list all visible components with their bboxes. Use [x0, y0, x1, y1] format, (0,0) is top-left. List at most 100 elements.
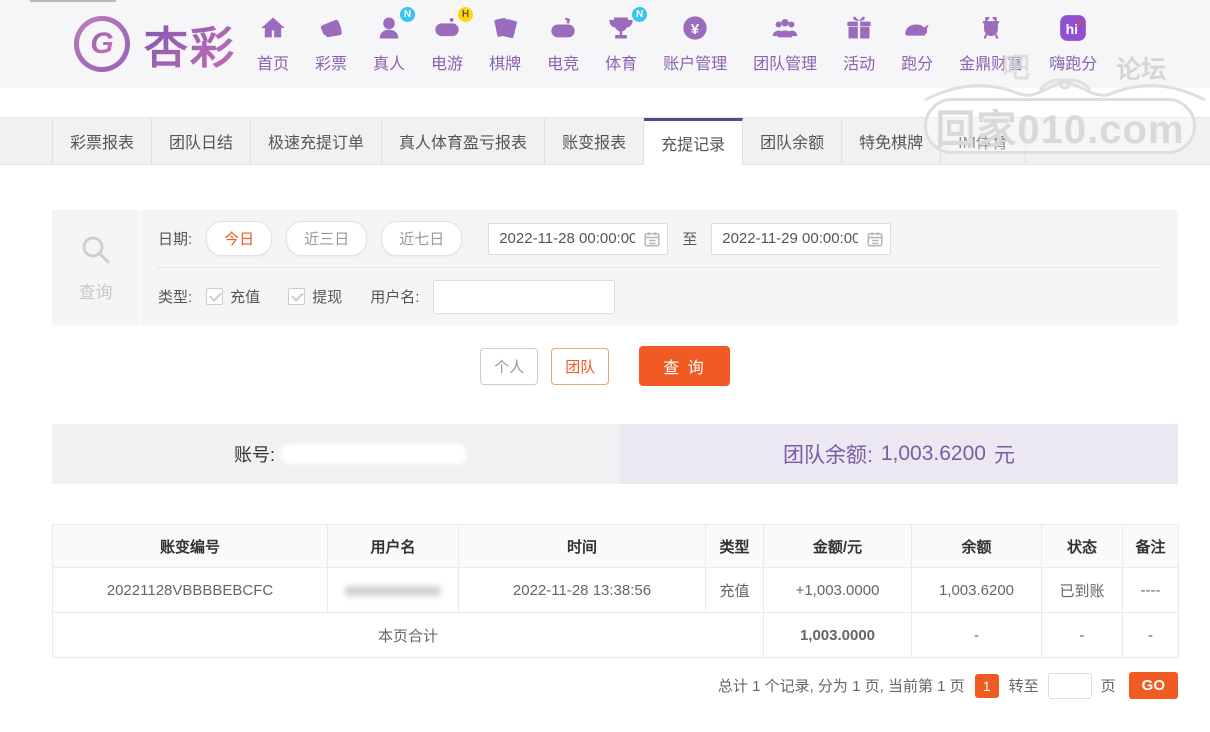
- col-header-remark: 备注: [1122, 524, 1179, 568]
- personal-button[interactable]: 个人: [480, 347, 539, 385]
- date-to-label: 至: [682, 231, 698, 248]
- brand-logo-icon: G: [74, 16, 130, 72]
- report-tabbar: 彩票报表 团队日结 极速充提订单 真人体育盈亏报表 账变报表 充提记录 团队余额…: [0, 117, 1210, 165]
- col-header-username: 用户名: [327, 524, 459, 568]
- nav-item-paofen[interactable]: 跑分: [888, 14, 946, 74]
- tab-lottery-report[interactable]: 彩票报表: [52, 118, 153, 164]
- cell-balance: 1,003.6200: [911, 567, 1042, 613]
- brand-logo[interactable]: G 杏彩: [74, 12, 236, 76]
- nav-label: 体育: [605, 56, 638, 73]
- redacted-username: [345, 585, 441, 596]
- tab-temian-chess[interactable]: 特免棋牌: [842, 118, 942, 164]
- records-table: 账变编号 用户名 时间 类型 金额/元 余额 状态 备注 20221128VBB…: [52, 524, 1179, 658]
- nav-item-jinding-wealth[interactable]: 金鼎财富: [946, 14, 1036, 74]
- tab-deposit-withdraw-records[interactable]: 充提记录: [644, 118, 744, 165]
- nav-item-account-mgmt[interactable]: ¥ 账户管理: [650, 14, 740, 74]
- live-dealer-icon: [375, 14, 403, 47]
- summary-amount: 1,003.0000: [763, 612, 912, 658]
- tab-live-sports-pnl[interactable]: 真人体育盈亏报表: [382, 118, 546, 164]
- col-header-balance: 余额: [911, 524, 1042, 568]
- date-to-wrap: [711, 222, 892, 255]
- tab-im-sports[interactable]: IM体育: [941, 118, 1026, 164]
- calendar-icon[interactable]: [643, 230, 661, 248]
- sports-trophy-icon: [607, 14, 635, 47]
- nav-label: 嗨跑分: [1049, 56, 1098, 73]
- cards-icon: [491, 14, 519, 47]
- top-header: G 杏彩 首页 彩票 N 真人 H 电游 棋牌 电竞 N 体育 ¥ 账户管理 团…: [0, 0, 1210, 88]
- team-balance-unit: 元: [993, 444, 1015, 467]
- nav-item-chess-cards[interactable]: 棋牌: [476, 14, 534, 74]
- nav-item-team-mgmt[interactable]: 团队管理: [740, 14, 830, 74]
- col-header-time: 时间: [458, 524, 706, 568]
- home-icon: [259, 14, 287, 47]
- summary-status: -: [1041, 612, 1123, 658]
- brand-name: 杏彩: [144, 12, 236, 76]
- tab-team-daily[interactable]: 团队日结: [152, 118, 252, 164]
- summary-remark: -: [1122, 612, 1179, 658]
- col-header-amount: 金额/元: [763, 524, 912, 568]
- team-balance-label: 团队余额:: [783, 444, 873, 467]
- nav-item-home[interactable]: 首页: [244, 14, 302, 74]
- range-7days-pill[interactable]: 近七日: [381, 221, 463, 256]
- lottery-ticket-icon: [317, 14, 345, 47]
- team-button[interactable]: 团队: [551, 347, 610, 385]
- nav-item-hi-paofen[interactable]: hi 嗨跑分: [1036, 14, 1110, 74]
- pagination-summary: 总计 1 个记录, 分为 1 页, 当前第 1 页: [717, 678, 965, 695]
- nav-item-live[interactable]: N 真人: [360, 7, 418, 74]
- nav-item-esports[interactable]: 电竞: [534, 14, 592, 74]
- nav-item-sports[interactable]: N 体育: [592, 7, 650, 74]
- date-from-input[interactable]: [488, 222, 669, 255]
- range-today-pill[interactable]: 今日: [206, 221, 273, 256]
- current-page-button[interactable]: 1: [974, 673, 999, 698]
- pagination-bar: 总计 1 个记录, 分为 1 页, 当前第 1 页 1 转至 页 GO: [52, 672, 1178, 699]
- svg-text:hi: hi: [1066, 20, 1078, 36]
- type-label: 类型:: [158, 289, 193, 306]
- nav-label: 彩票: [315, 56, 348, 73]
- col-header-type: 类型: [705, 524, 764, 568]
- calendar-icon[interactable]: [866, 230, 884, 248]
- activity-gift-icon: [845, 14, 873, 47]
- withdraw-checkbox[interactable]: [288, 288, 306, 305]
- egames-gamepad-icon: [433, 14, 461, 47]
- nav-label: 账户管理: [663, 56, 728, 73]
- search-block-label: 查询: [78, 282, 113, 302]
- tab-team-balance[interactable]: 团队余额: [743, 118, 843, 164]
- date-to-input[interactable]: [711, 222, 892, 255]
- svg-text:¥: ¥: [691, 20, 700, 37]
- cell-status: 已到账: [1041, 567, 1123, 613]
- cell-change-id: 20221128VBBBBEBCFC: [52, 567, 328, 613]
- nav-item-egames[interactable]: H 电游: [418, 7, 476, 74]
- account-coin-icon: ¥: [681, 14, 709, 47]
- tab-express-deposit-orders[interactable]: 极速充提订单: [251, 118, 383, 164]
- cell-type: 充值: [705, 567, 764, 613]
- new-badge: N: [632, 7, 648, 22]
- username-input[interactable]: [433, 279, 616, 314]
- goto-page-input[interactable]: [1047, 672, 1092, 699]
- go-button[interactable]: GO: [1128, 672, 1178, 699]
- nav-label: 棋牌: [489, 56, 522, 73]
- top-edge-artifact: [30, 0, 116, 2]
- summary-balance: -: [911, 612, 1042, 658]
- query-button[interactable]: 查 询: [639, 346, 730, 386]
- tab-account-change-report[interactable]: 账变报表: [545, 118, 645, 164]
- date-label: 日期:: [158, 231, 193, 248]
- new-badge: N: [400, 7, 416, 22]
- team-balance-section: 团队余额: 1,003.6200 元: [620, 424, 1178, 484]
- date-filter-row: 日期: 今日 近三日 近七日 至: [158, 210, 1160, 268]
- search-block: 查询: [52, 210, 140, 325]
- nav-label: 电竞: [547, 56, 580, 73]
- search-icon: [79, 233, 113, 272]
- cell-remark: ----: [1122, 567, 1179, 613]
- nav-item-lottery[interactable]: 彩票: [302, 14, 360, 74]
- account-label: 账号:: [234, 445, 276, 465]
- nav-item-activity[interactable]: 活动: [830, 14, 888, 74]
- page-unit-label: 页: [1100, 678, 1116, 695]
- team-people-icon: [771, 14, 799, 47]
- paofen-rhino-icon: [903, 14, 931, 47]
- deposit-checkbox[interactable]: [206, 288, 224, 305]
- range-3days-pill[interactable]: 近三日: [286, 221, 368, 256]
- date-from-wrap: [488, 222, 669, 255]
- username-label: 用户名:: [370, 289, 420, 306]
- action-buttons-row: 个人 团队 查 询: [0, 346, 1210, 386]
- type-filter-row: 类型: 充值 提现 用户名:: [158, 268, 1160, 325]
